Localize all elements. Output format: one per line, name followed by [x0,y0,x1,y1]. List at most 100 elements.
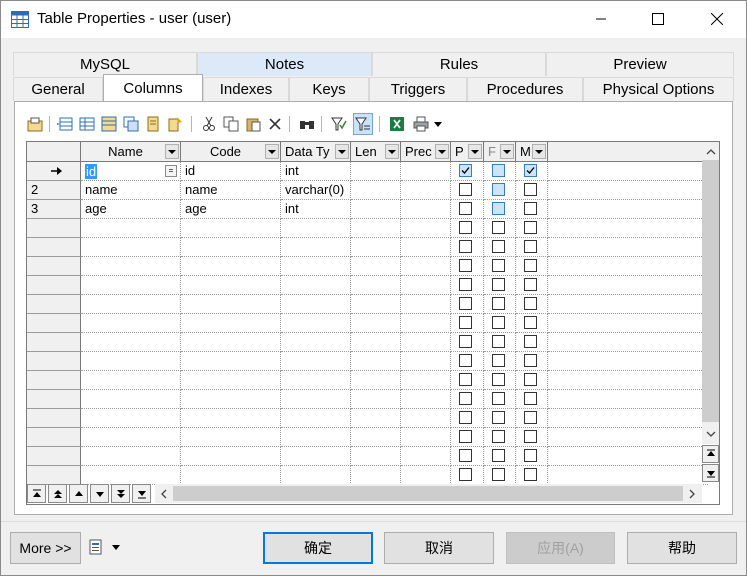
checkbox-f[interactable] [491,297,505,310]
cell-type[interactable] [281,466,351,485]
checkbox-p[interactable] [459,430,472,443]
column-filter-dropdown[interactable] [265,144,279,159]
cell-len[interactable] [351,257,401,276]
column-filter-dropdown[interactable] [165,144,179,159]
header-code[interactable]: Code [181,142,281,162]
add-columns-button[interactable] [99,113,119,135]
row-header[interactable] [27,295,81,314]
cell-code[interactable] [181,219,281,238]
row-header[interactable]: 2 [27,181,81,200]
cell-len[interactable] [351,428,401,447]
move-bottom-button[interactable] [132,484,151,503]
cell-prec[interactable] [401,238,451,257]
move-up-page-button[interactable] [48,484,67,503]
cell-len[interactable] [351,238,401,257]
checkbox-p[interactable] [459,373,472,386]
customize-columns-button[interactable] [353,113,373,135]
scroll-up-button[interactable] [702,143,719,160]
checkbox-m[interactable] [523,335,537,348]
cell-prec[interactable] [401,162,451,181]
cell-name[interactable] [81,390,181,409]
cell-len[interactable] [351,219,401,238]
row-header[interactable] [27,219,81,238]
print-dropdown-button[interactable] [432,113,444,135]
column-filter-dropdown[interactable] [385,144,399,159]
scroll-page-up-button[interactable] [702,445,719,463]
tab-columns[interactable]: Columns [103,74,203,101]
header-data-type[interactable]: Data Ty [281,142,351,162]
find-button[interactable] [297,113,317,135]
checkbox-p[interactable] [459,259,472,272]
cell-len[interactable] [351,447,401,466]
checkbox-m[interactable] [523,240,537,253]
tab-rules[interactable]: Rules [372,52,546,76]
row-header[interactable] [27,162,81,181]
dropdown-icon[interactable] [111,544,121,552]
row-header[interactable] [27,409,81,428]
checkbox-f[interactable] [491,221,505,234]
scroll-down-button[interactable] [702,425,719,442]
cell-len[interactable] [351,314,401,333]
row-header[interactable] [27,352,81,371]
vertical-scroll-thumb[interactable] [702,160,719,422]
move-up-button[interactable] [69,484,88,503]
cell-type[interactable] [281,352,351,371]
header-precision[interactable]: Prec [401,142,451,162]
cell-prec[interactable] [401,181,451,200]
checkbox-p[interactable] [459,202,472,215]
checkbox-m[interactable] [523,449,537,462]
checkbox-m[interactable] [523,354,537,367]
checkbox-p[interactable] [459,240,472,253]
checkbox-m[interactable] [523,164,537,177]
add-row-button[interactable] [77,113,97,135]
cell-name[interactable] [81,238,181,257]
checkbox-p[interactable] [459,278,472,291]
scroll-right-button[interactable] [683,484,700,503]
header-foreign[interactable]: F [484,142,516,162]
tab-indexes[interactable]: Indexes [203,77,289,101]
document-icon[interactable] [88,539,104,555]
checkbox-m[interactable] [523,316,537,329]
scroll-left-button[interactable] [155,484,172,503]
row-header[interactable] [27,466,81,485]
cell-prec[interactable] [401,352,451,371]
cell-type[interactable] [281,333,351,352]
cell-name[interactable] [81,219,181,238]
help-button[interactable]: 帮助 [627,532,737,564]
cell-code[interactable] [181,371,281,390]
tab-preview[interactable]: Preview [546,52,734,76]
checkbox-m[interactable] [523,468,537,481]
checkbox-m[interactable] [523,411,537,424]
apply-button[interactable]: 应用(A) [506,532,615,564]
checkbox-f[interactable] [491,411,505,424]
paste-button[interactable] [243,113,263,135]
cell-editor-button[interactable]: = [165,165,177,177]
close-button[interactable] [694,1,740,37]
cell-editor-selected-text[interactable]: id [85,164,98,179]
horizontal-scrollbar[interactable] [155,484,702,503]
cell-len[interactable] [351,409,401,428]
cell-code[interactable]: id [181,162,281,181]
checkbox-p[interactable] [459,354,472,367]
cell-len[interactable] [351,390,401,409]
cell-type[interactable] [281,295,351,314]
checkbox-p[interactable] [459,392,472,405]
cell-type[interactable]: int [281,162,351,181]
cell-type[interactable] [281,276,351,295]
cell-len[interactable] [351,162,401,181]
cell-code[interactable] [181,295,281,314]
header-mandatory[interactable]: M [516,142,548,162]
checkbox-f[interactable] [491,183,505,196]
checkbox-p[interactable] [459,164,472,177]
tab-mysql[interactable]: MySQL [13,52,197,76]
cell-code[interactable] [181,466,281,485]
row-header[interactable] [27,257,81,276]
filter-button[interactable] [329,113,349,135]
checkbox-m[interactable] [523,183,537,196]
cell-prec[interactable] [401,428,451,447]
tab-keys[interactable]: Keys [289,77,369,101]
cell-prec[interactable] [401,314,451,333]
cell-len[interactable] [351,200,401,219]
tab-general[interactable]: General [13,77,103,101]
row-header[interactable]: 3 [27,200,81,219]
